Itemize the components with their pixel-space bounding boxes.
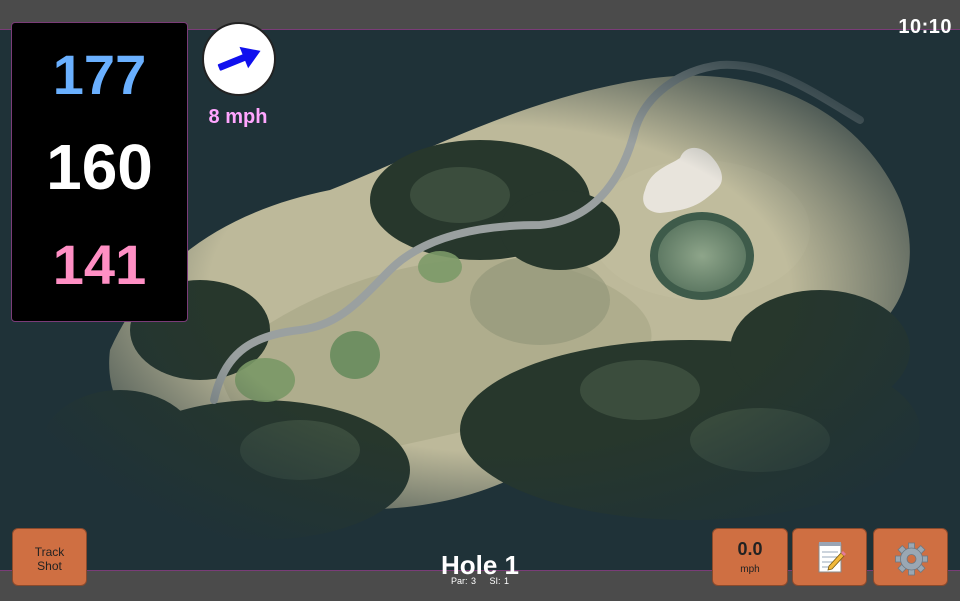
arrow-icon <box>217 46 261 71</box>
speed-button[interactable]: 0.0 mph <box>712 528 788 586</box>
clock: 10:10 <box>898 16 952 38</box>
speed-unit: mph <box>740 564 760 575</box>
notepad-icon <box>818 542 846 573</box>
hole-stroke-index: SI: 1 <box>489 576 510 586</box>
distance-front: 141 <box>52 233 147 296</box>
hole-info: Par: 3 SI: 1 <box>380 576 580 586</box>
speed-value: 0.0 <box>737 539 763 559</box>
wind-speed-label: 8 mph <box>208 106 268 128</box>
hole-par: Par: 3 <box>450 576 476 586</box>
distance-back: 177 <box>52 43 147 106</box>
track-shot-button[interactable]: Track Shot <box>12 528 87 586</box>
notes-button[interactable] <box>792 528 867 586</box>
track-shot-label-line1: Track <box>34 545 65 559</box>
track-shot-label-line2: Shot <box>37 559 62 573</box>
gear-icon <box>895 542 928 576</box>
wind-dial <box>202 22 276 96</box>
distance-middle: 160 <box>46 131 153 203</box>
settings-button[interactable] <box>873 528 948 586</box>
distance-panel: 177 160 141 <box>11 22 188 322</box>
